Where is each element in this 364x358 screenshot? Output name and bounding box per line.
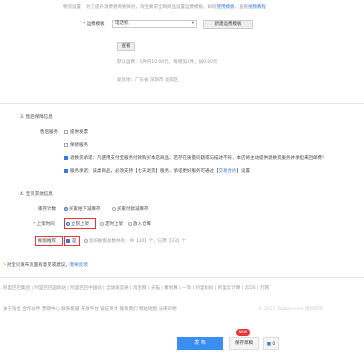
service-promise-text: 服务承诺：该类商品，必须支持【七天退货】服务，承诺更好服务可通过【	[70, 169, 219, 174]
return-promise[interactable]: 退换货承诺：凡使用支付宝服务付款购买本店商品，若存在质量问题或与描述不符，本店将…	[64, 155, 327, 161]
template-label-text: 运费模板	[86, 22, 105, 27]
publish-button[interactable]: 发 布	[177, 337, 223, 350]
recommend-option[interactable]: 是	[66, 238, 77, 244]
recommend-option-label: 是	[72, 239, 77, 244]
video-tutorial-link[interactable]: 视频教程	[248, 5, 266, 10]
logistics-label: 物流设置	[63, 5, 81, 10]
new-template-button[interactable]: 新建运费模板	[203, 20, 253, 29]
recommend-note-text: 您的橱窗总数共有：共【30】个，已用【33】个	[89, 239, 186, 244]
logistics-intro: 为了提升消费者购物体验，淘宝要求全网商品设置运费模板，如何使用模板，查看视频教程	[86, 4, 266, 10]
listing-label: * 上架时间	[33, 221, 55, 227]
draft-icon: ■	[266, 342, 271, 347]
recommend-note: 您的橱窗总数共有：共【30】个，已用【33】个	[84, 238, 186, 244]
service-promise-text2: 】设置	[236, 169, 251, 174]
return-checkbox[interactable]	[64, 155, 68, 160]
template-select-value: 电话机	[115, 21, 129, 26]
stock-label: 库存计数	[38, 207, 56, 212]
invoice-checkbox[interactable]	[64, 129, 68, 134]
template-help-link[interactable]: 使用模板	[217, 5, 235, 10]
stock-option-2-label: 买家付款减库存	[117, 207, 149, 212]
stock-radio-1[interactable]	[64, 206, 68, 211]
trade-contract-link[interactable]: 交易合约	[219, 169, 237, 174]
copyright: © 2015 Taobao.com 版权所有	[258, 307, 324, 312]
listing-option-1-label: 立刻上架	[71, 222, 89, 227]
template-label: * 运费模板	[83, 21, 105, 27]
save-draft-button[interactable]: 保存草稿	[229, 337, 259, 350]
footer-divider	[0, 277, 364, 278]
warranty-option[interactable]: 保修服务	[64, 142, 88, 148]
after-sales-label: 售后服务	[40, 130, 58, 135]
required-star-icon: *	[33, 222, 36, 227]
footer-links-row1[interactable]: 阿里巴巴集团 | 阿里巴巴国际站 | 阿里巴巴中国站 | 全球速卖通 | 淘宝网…	[3, 285, 363, 291]
ship-from-text: 发货地：广东省 深圳市 龙岗区	[117, 78, 179, 83]
listing-radio-2[interactable]	[100, 221, 104, 226]
listing-option-2-label: 定时上架	[105, 222, 123, 227]
required-star-icon: *	[83, 22, 86, 27]
select-template-button[interactable]: 查看	[117, 42, 135, 51]
invoice-option-label: 提供发票	[70, 130, 88, 135]
new-badge: NEW	[236, 329, 250, 336]
after-sales-title: 3. 售后保障信息	[20, 115, 53, 120]
warranty-checkbox[interactable]	[64, 142, 68, 147]
recommend-label: 橱窗推荐	[38, 239, 56, 244]
listing-option-1[interactable]: 立刻上架	[66, 221, 89, 227]
invoice-option[interactable]: 提供发票	[64, 129, 88, 135]
default-freight-text: 默认运费：1件内10.00元，每增加1件，加0.00元	[117, 60, 218, 65]
feedback-line: ✎对宝贝发布页面有意见或建议，我要反馈	[3, 262, 88, 268]
chevron-down-icon: ▾	[191, 21, 194, 26]
draft-count: 0	[272, 342, 276, 347]
service-promise[interactable]: 服务承诺：该类商品，必须支持【七天退货】服务，承诺更好服务可通过【交易合约】设置	[64, 168, 250, 174]
info-icon	[84, 238, 88, 243]
stock-option-1[interactable]: 买家拍下减库存	[64, 206, 101, 212]
feedback-text: 对宝贝发布页面有意见或建议，	[6, 263, 70, 268]
listing-option-2[interactable]: 定时上架	[100, 221, 123, 227]
return-promise-text: 退换货承诺：凡使用支付宝服务付款购买本店商品，若存在质量问题或与描述不符，本店将…	[70, 156, 327, 161]
stock-option-1-label: 买家拍下减库存	[69, 207, 101, 212]
warranty-option-label: 保修服务	[70, 143, 88, 148]
listing-option-3-label: 放入仓库	[133, 222, 151, 227]
section-divider	[0, 103, 364, 104]
listing-radio-3[interactable]	[128, 221, 132, 226]
listing-label-text: 上架时间	[36, 222, 55, 227]
service-checkbox[interactable]	[64, 168, 68, 173]
feedback-link[interactable]: 我要反馈	[70, 263, 88, 268]
draft-count-button[interactable]: ■ 0	[263, 337, 279, 350]
stock-option-2[interactable]: 买家付款减库存	[112, 206, 149, 212]
template-select[interactable]: 电话机 ▾	[112, 20, 197, 28]
listing-radio-1[interactable]	[66, 221, 70, 226]
recommend-checkbox[interactable]	[66, 238, 70, 243]
footer-links-row2[interactable]: 关于淘宝 合作伙伴 营销中心 联系客服 开放平台 诚征英才 联系我们 网站地图 …	[3, 306, 176, 312]
listing-option-3[interactable]: 放入仓库	[128, 221, 151, 227]
logistics-intro-text2: ，查看	[234, 5, 249, 10]
stock-radio-2[interactable]	[112, 206, 116, 211]
other-info-title: 4. 宝贝其他信息	[20, 192, 53, 197]
logistics-intro-text: 为了提升消费者购物体验，淘宝要求全网商品设置运费模板，如何	[86, 5, 217, 10]
